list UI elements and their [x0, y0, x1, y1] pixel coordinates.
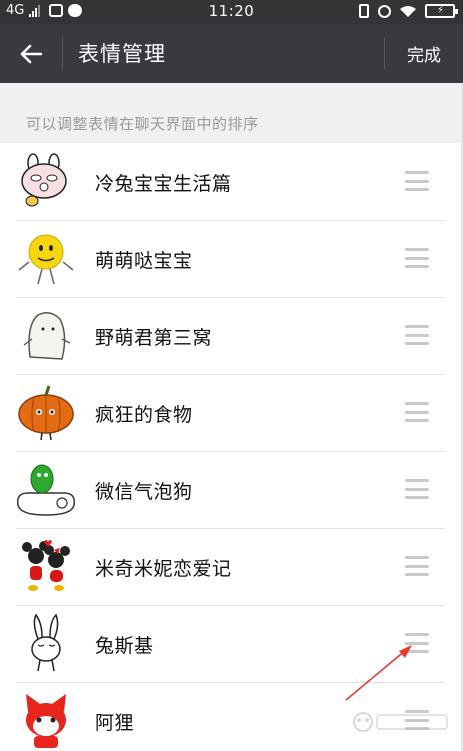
- sticker-list: 冷兔宝宝生活篇 萌萌哒宝宝 野萌君第三窝 疯狂的食物 微信气泡狗 米奇米妮恋爱记…: [0, 143, 463, 751]
- alarm-icon: [378, 4, 391, 18]
- pumpkin-sticker-icon: [16, 382, 76, 442]
- sticker-row[interactable]: 冷兔宝宝生活篇: [0, 143, 463, 220]
- sticker-row[interactable]: 疯狂的食物: [0, 374, 463, 451]
- sticker-row[interactable]: 米奇米妮恋爱记: [0, 528, 463, 605]
- drag-handle-icon[interactable]: [405, 246, 429, 270]
- drag-handle-icon[interactable]: [405, 631, 429, 655]
- done-button[interactable]: 完成: [385, 24, 463, 83]
- sticker-row[interactable]: 萌萌哒宝宝: [0, 220, 463, 297]
- sticker-name: 萌萌哒宝宝: [95, 250, 193, 272]
- ghost-sticker-icon: [16, 305, 76, 365]
- back-button[interactable]: [0, 24, 62, 83]
- drag-handle-icon[interactable]: [405, 554, 429, 578]
- sticker-name: 兔斯基: [95, 635, 154, 657]
- wifi-icon: [400, 5, 416, 17]
- tuzki-sticker-icon: [16, 613, 76, 673]
- ali-fox-sticker-icon: [16, 690, 76, 750]
- drag-handle-icon[interactable]: [405, 323, 429, 347]
- drag-handle-icon[interactable]: [405, 477, 429, 501]
- drag-handle-icon[interactable]: [405, 169, 429, 193]
- title-divider: [62, 38, 63, 70]
- sticker-name: 野萌君第三窝: [95, 327, 213, 349]
- sort-hint: 可以调整表情在聊天界面中的排序: [26, 115, 259, 133]
- sticker-name: 微信气泡狗: [95, 481, 193, 503]
- bubble-dog-sticker-icon: [16, 459, 76, 519]
- sticker-row[interactable]: 野萌君第三窝: [0, 297, 463, 374]
- back-arrow-icon: [20, 44, 42, 63]
- sticker-row[interactable]: 微信气泡狗: [0, 451, 463, 528]
- title-bar: 表情管理 完成: [0, 24, 463, 83]
- baidu-watermark-icon: [353, 712, 448, 732]
- sticker-name: 疯狂的食物: [95, 404, 193, 426]
- status-bar: 4G 11:20 ⚡: [0, 0, 463, 24]
- vibrate-icon: [359, 4, 369, 18]
- sticker-name: 冷兔宝宝生活篇: [95, 173, 232, 195]
- status-right: ⚡: [359, 4, 458, 18]
- drag-handle-icon[interactable]: [405, 400, 429, 424]
- sticker-name: 米奇米妮恋爱记: [95, 558, 232, 580]
- mickey-minnie-sticker-icon: [16, 536, 76, 596]
- sticker-row[interactable]: 兔斯基: [0, 605, 463, 682]
- smiley-sticker-icon: [16, 228, 76, 288]
- page-title: 表情管理: [78, 42, 166, 66]
- bunny-sticker-icon: [16, 151, 76, 211]
- sticker-name: 阿狸: [95, 712, 135, 734]
- battery-icon: ⚡: [425, 4, 458, 18]
